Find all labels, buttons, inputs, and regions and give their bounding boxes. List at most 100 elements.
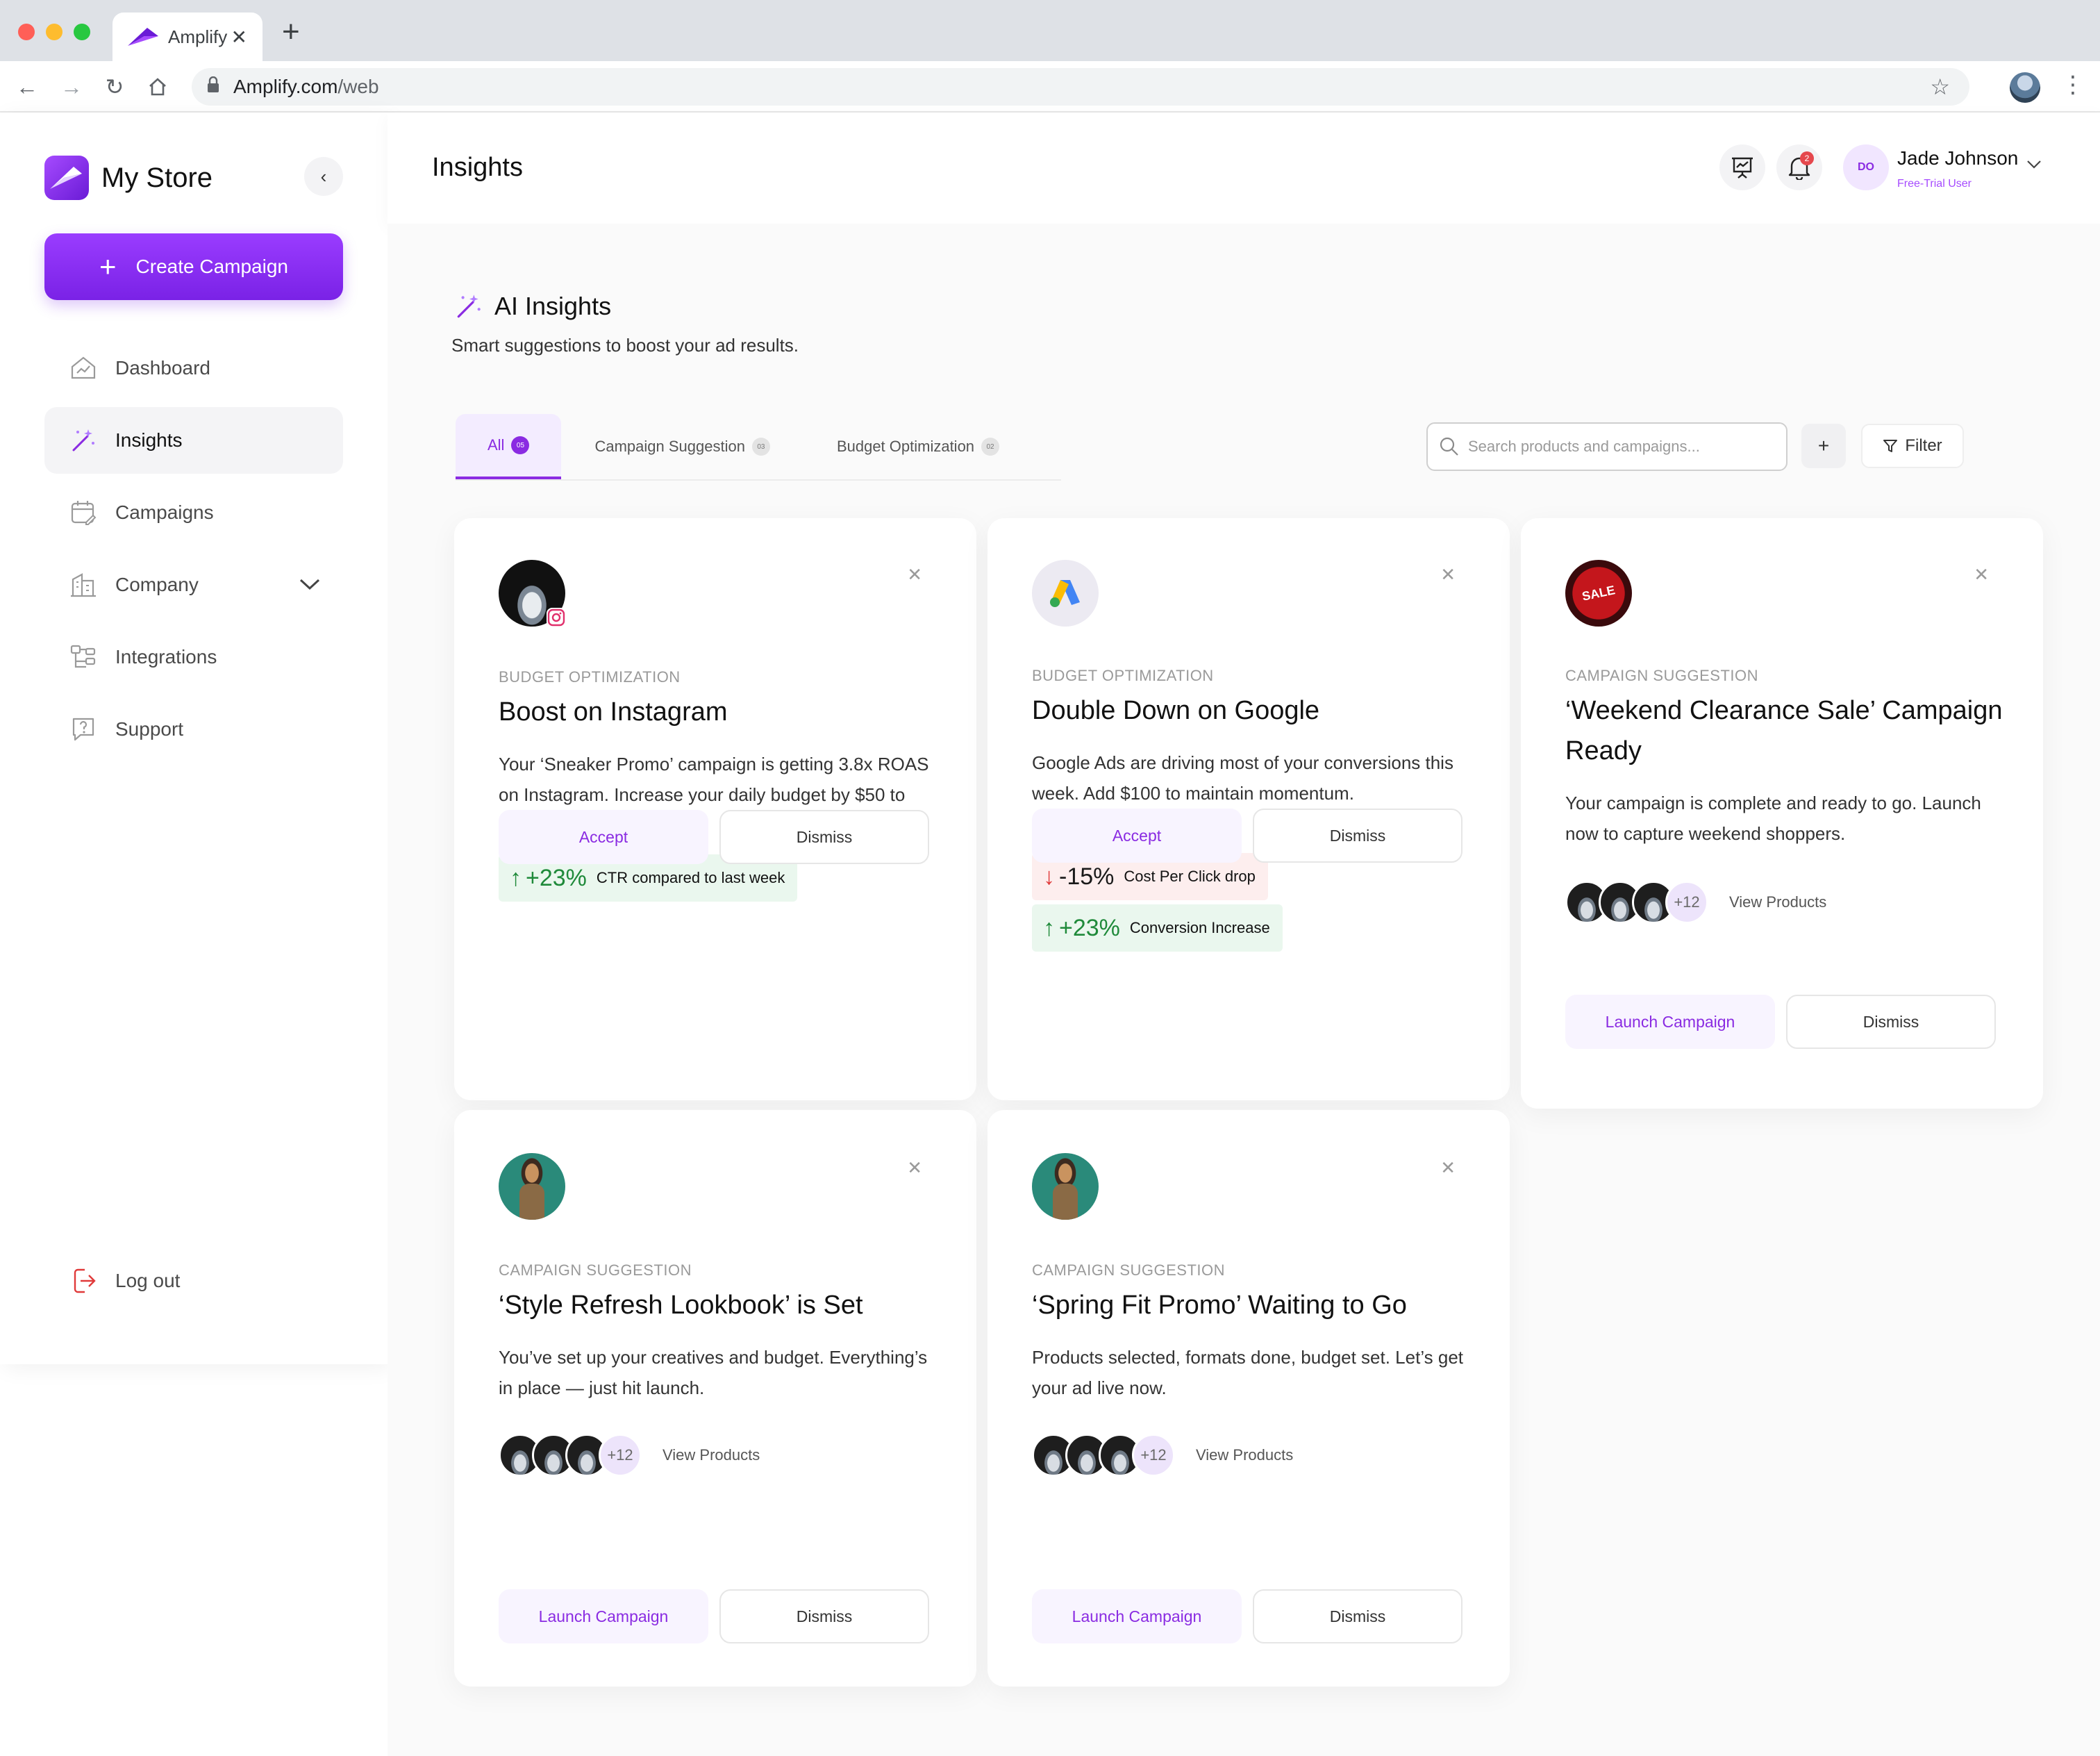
home-icon[interactable] <box>143 72 172 101</box>
back-icon[interactable]: ← <box>12 72 42 101</box>
calendar-icon <box>68 497 99 528</box>
card-description: Google Ads are driving most of your conv… <box>1032 752 1453 804</box>
tab-all[interactable]: All 05 <box>456 414 562 479</box>
card-category: CAMPAIGN SUGGESTION <box>1032 1261 1226 1279</box>
insight-card: ✕ BUDGET OPTIMIZATION Double Down on Goo… <box>988 518 1510 1100</box>
model-thumbnail <box>499 1153 565 1220</box>
sidebar-item-label: Dashboard <box>115 357 210 379</box>
avatar[interactable]: DO <box>1843 144 1889 190</box>
tab-count-badge: 03 <box>751 438 770 456</box>
tab-campaign-suggestion[interactable]: Campaign Suggestion 03 <box>561 414 803 479</box>
logout-button[interactable]: Log out <box>68 1266 180 1296</box>
accept-button[interactable]: Accept <box>499 810 708 864</box>
dismiss-button[interactable]: Dismiss <box>719 810 929 864</box>
page-title: Insights <box>432 153 523 182</box>
dismiss-button[interactable]: Dismiss <box>719 1589 929 1643</box>
dismiss-button[interactable]: Dismiss <box>1253 809 1462 863</box>
launch-campaign-button[interactable]: Launch Campaign <box>1565 995 1775 1049</box>
launch-campaign-button[interactable]: Launch Campaign <box>499 1589 708 1643</box>
ai-insights-subtitle: Smart suggestions to boost your ad resul… <box>451 335 799 356</box>
plus-icon: + <box>99 250 117 283</box>
page-header: Insights 2 DO Jade Johnson Free-Trial Us… <box>388 113 2100 224</box>
instagram-icon <box>547 608 566 627</box>
sidebar-item-company[interactable]: Company <box>44 552 343 618</box>
card-category: BUDGET OPTIMIZATION <box>1032 667 1214 684</box>
accept-button[interactable]: Accept <box>1032 809 1242 863</box>
metric-label: CTR compared to last week <box>596 869 785 886</box>
view-products-link[interactable]: View Products <box>1196 1446 1293 1464</box>
new-tab-icon[interactable]: + <box>282 17 300 47</box>
product-avatars[interactable]: +12 View Products <box>1032 1434 1293 1477</box>
dismiss-button[interactable]: Dismiss <box>1786 995 1996 1049</box>
integrations-icon <box>68 642 99 672</box>
more-products-count: +12 <box>599 1434 642 1477</box>
insight-card: ✕ CAMPAIGN SUGGESTION ‘Spring Fit Promo’… <box>988 1110 1510 1687</box>
reload-icon[interactable]: ↻ <box>100 72 129 101</box>
insight-tabs: All 05 Campaign Suggestion 03 Budget Opt… <box>456 414 1061 481</box>
window-minimize-button[interactable] <box>46 24 62 40</box>
window-maximize-button[interactable] <box>74 24 90 40</box>
close-icon[interactable]: ✕ <box>1440 1157 1456 1179</box>
close-icon[interactable]: ✕ <box>907 1157 922 1179</box>
collapse-sidebar-button[interactable]: ‹ <box>304 157 343 196</box>
browser-menu-icon[interactable]: ⋮ <box>2061 71 2085 99</box>
main-content: AI Insights Smart suggestions to boost y… <box>388 224 2100 1756</box>
more-products-count: +12 <box>1132 1434 1175 1477</box>
chevron-left-icon: ‹ <box>320 165 327 187</box>
launch-campaign-button[interactable]: Launch Campaign <box>1032 1589 1242 1643</box>
logout-label: Log out <box>115 1270 181 1291</box>
metric-label: Cost Per Click drop <box>1124 868 1256 885</box>
brand[interactable]: My Store <box>44 156 212 200</box>
sidebar-item-dashboard[interactable]: Dashboard <box>44 335 343 401</box>
tab-budget-optimization[interactable]: Budget Optimization 02 <box>803 414 1033 479</box>
forward-icon[interactable]: → <box>57 72 86 101</box>
insight-card: ✕ CAMPAIGN SUGGESTION ‘Style Refresh Loo… <box>454 1110 976 1687</box>
user-role: Free-Trial User <box>1897 178 1972 190</box>
browser-tab-title: Amplify <box>168 26 228 47</box>
tab-label: Budget Optimization <box>836 438 975 455</box>
product-avatars[interactable]: +12 View Products <box>499 1434 760 1477</box>
filter-button[interactable]: Filter <box>1861 424 1964 468</box>
search-box <box>1426 422 1788 471</box>
dismiss-button[interactable]: Dismiss <box>1253 1589 1462 1643</box>
tab-label: Campaign Suggestion <box>594 438 745 455</box>
search-input[interactable] <box>1468 438 1774 456</box>
card-description: Products selected, formats done, budget … <box>1032 1347 1464 1398</box>
view-products-link[interactable]: View Products <box>1729 893 1826 911</box>
notifications-button[interactable]: 2 <box>1776 144 1822 190</box>
browser-profile-avatar[interactable] <box>2010 72 2040 103</box>
close-icon[interactable]: ✕ <box>907 564 922 586</box>
close-icon[interactable]: ✕ <box>1440 564 1456 586</box>
product-avatars[interactable]: +12 View Products <box>1565 881 1826 924</box>
close-icon[interactable]: ✕ <box>1974 564 1989 586</box>
magic-wand-icon <box>457 295 481 318</box>
lock-icon <box>207 76 219 98</box>
add-button[interactable]: + <box>1801 424 1846 468</box>
sidebar-item-insights[interactable]: Insights <box>44 407 343 474</box>
arrow-up-icon: ↑ <box>510 864 522 891</box>
card-title: Boost on Instagram <box>499 697 728 727</box>
chevron-down-icon[interactable] <box>299 574 321 596</box>
tab-count-badge: 05 <box>511 436 530 454</box>
card-category: CAMPAIGN SUGGESTION <box>499 1261 692 1279</box>
sale-badge-text: SALE <box>1581 582 1617 604</box>
google-ads-icon <box>1050 580 1080 607</box>
sidebar-item-campaigns[interactable]: Campaigns <box>44 479 343 546</box>
user-name[interactable]: Jade Johnson <box>1897 147 2018 169</box>
address-bar[interactable]: Amplify.com /web ☆ <box>192 68 1969 106</box>
sidebar-item-support[interactable]: Support <box>44 696 343 763</box>
sidebar-item-label: Insights <box>115 429 183 451</box>
sidebar-item-integrations[interactable]: Integrations <box>44 624 343 690</box>
presentation-button[interactable] <box>1719 144 1765 190</box>
card-title: Double Down on Google <box>1032 696 1320 725</box>
metric-value: +23% <box>526 864 587 891</box>
logout-icon <box>68 1266 99 1296</box>
window-close-button[interactable] <box>18 24 35 40</box>
bookmark-star-icon[interactable]: ☆ <box>1930 74 1950 100</box>
sidebar-item-label: Integrations <box>115 646 217 668</box>
create-campaign-button[interactable]: + Create Campaign <box>44 233 343 300</box>
chevron-down-icon[interactable] <box>2026 160 2042 173</box>
browser-tab[interactable]: Amplify ✕ <box>112 13 262 61</box>
close-tab-icon[interactable]: ✕ <box>231 26 247 49</box>
view-products-link[interactable]: View Products <box>662 1446 760 1464</box>
